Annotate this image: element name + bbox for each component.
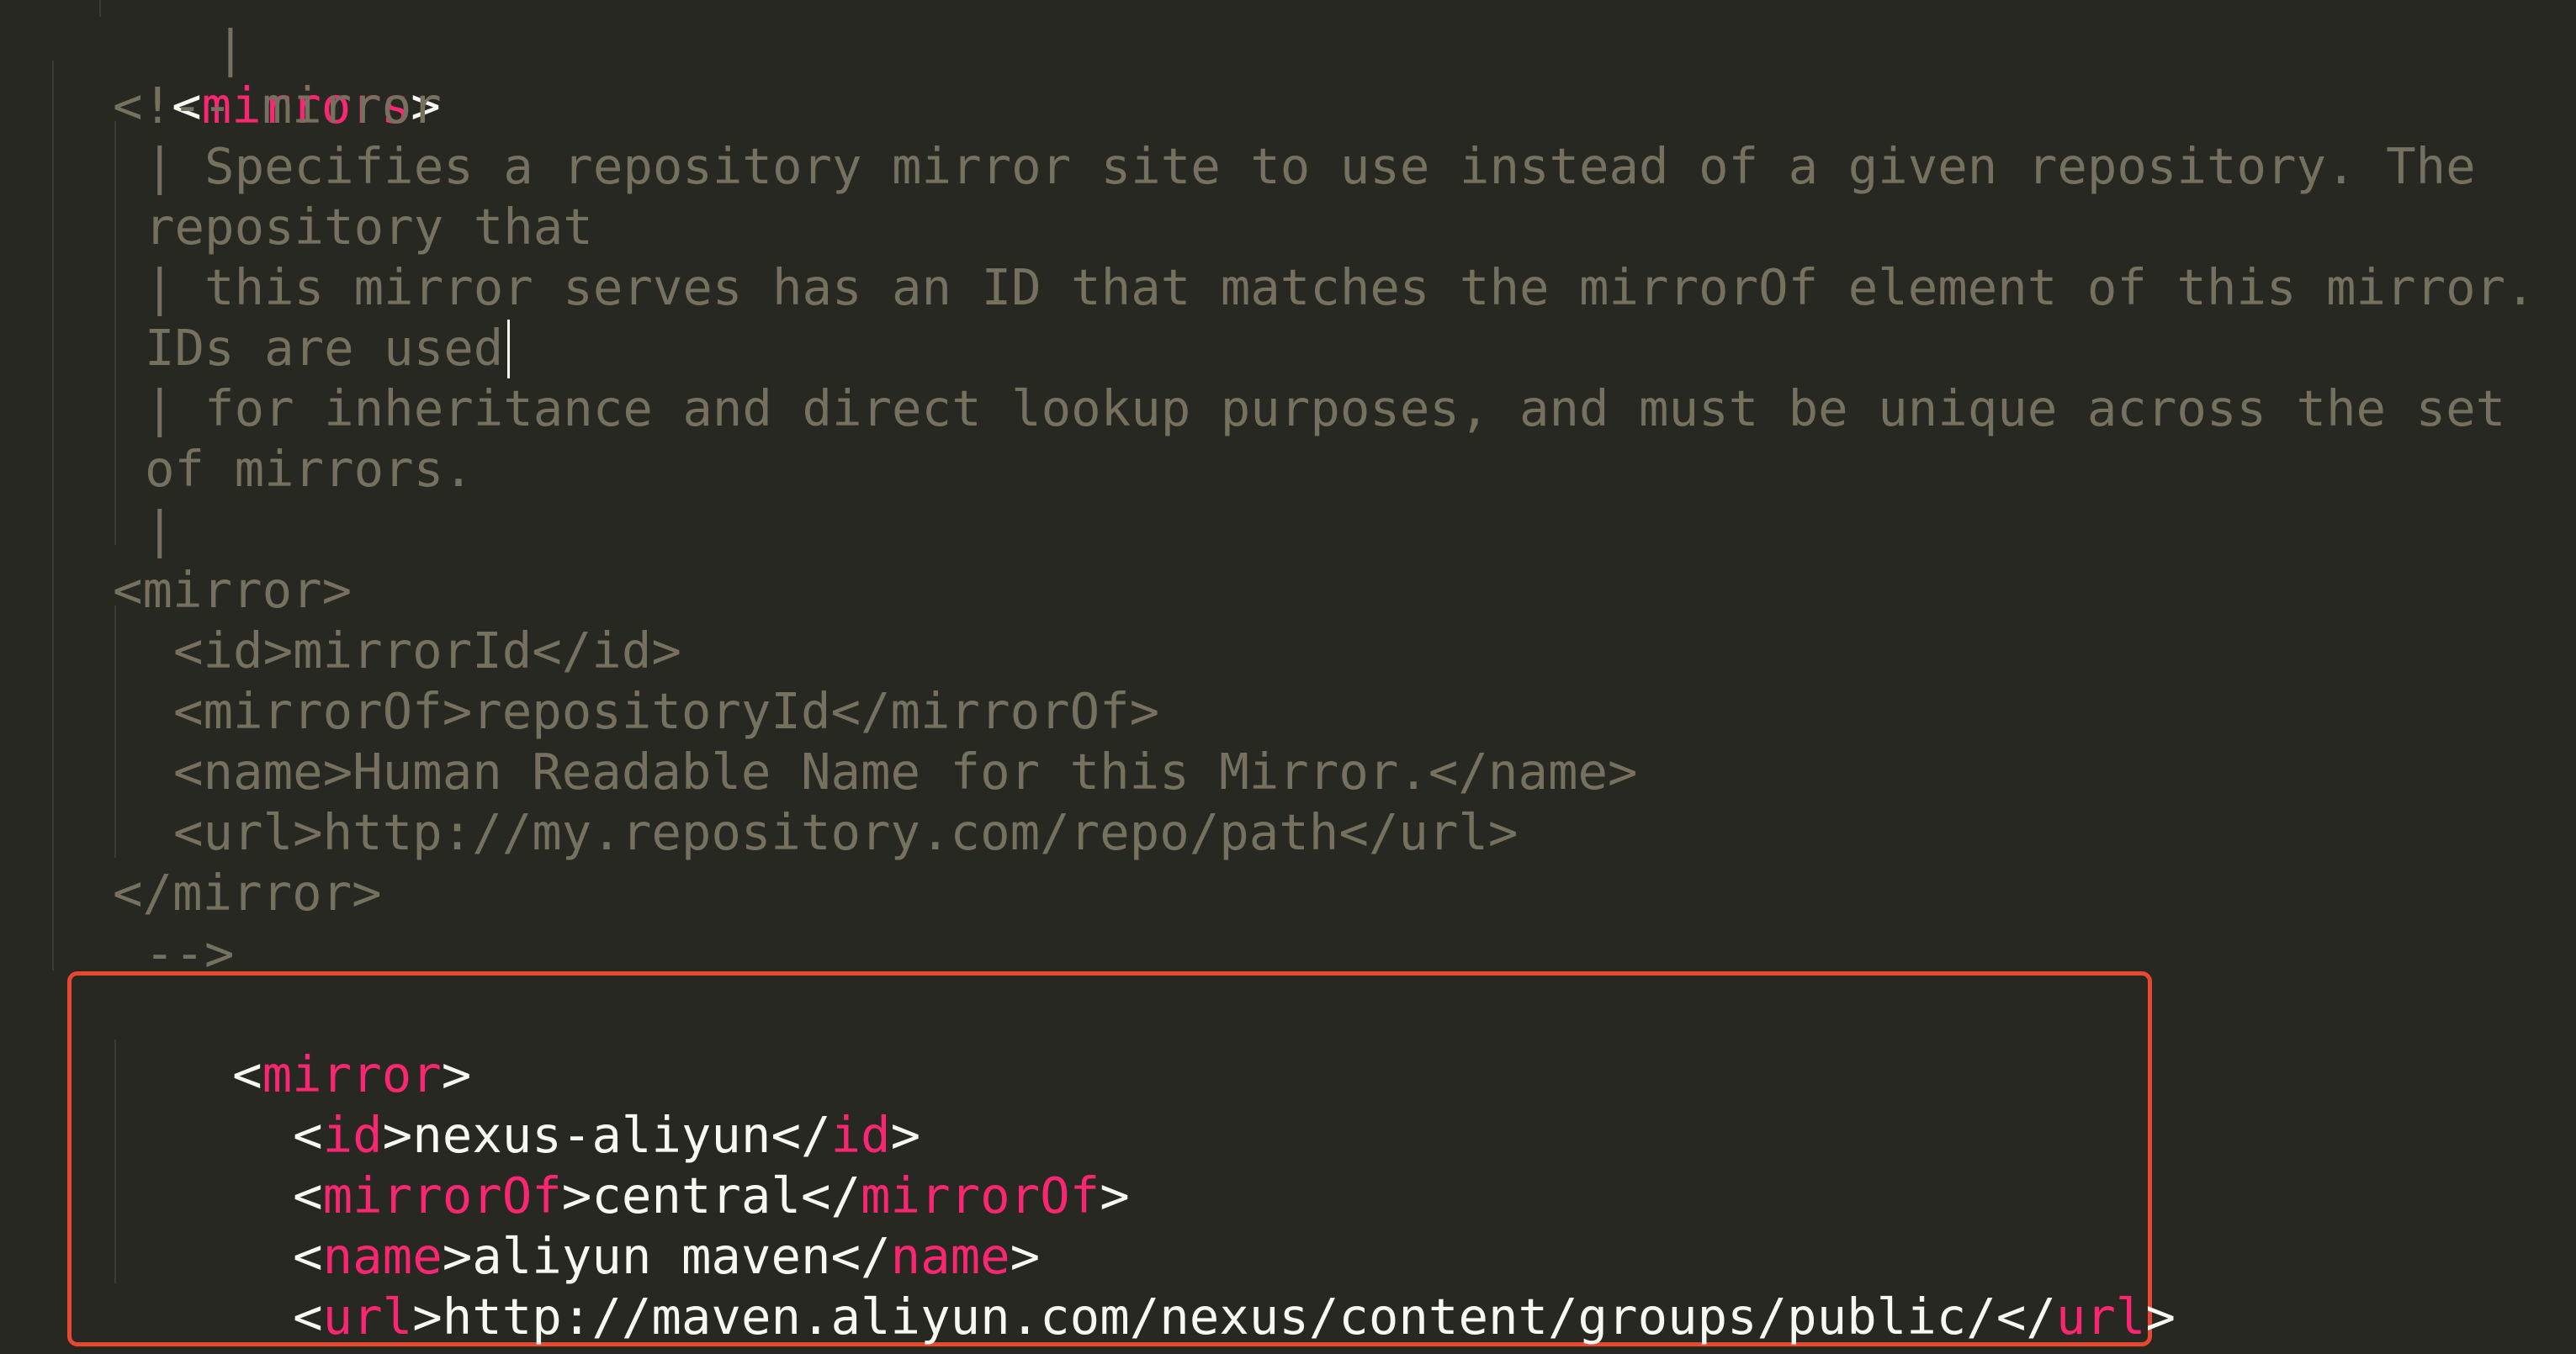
comment-line: <id>mirrorId</id> [173,621,681,681]
comment-line: | this mirror serves has an ID that matc… [145,257,2536,318]
tag-bracket: > [471,1348,501,1354]
code-editor[interactable]: | <mirrors> <!-- mirror | Specifies a re… [0,0,2576,1354]
tag-name: mirror [292,1348,471,1354]
tag-name: url [2055,1288,2146,1346]
tag-bracket: </ [1996,1288,2056,1346]
comment-text: | this mirror serves has an ID that matc… [145,258,2536,316]
code-line-url: <url>http://maven.aliyun.com/nexus/conte… [173,1226,2176,1346]
comment-text: | [145,500,175,558]
text-cursor [507,320,510,378]
comment-text: <!-- mirror [113,77,442,135]
comment-text: of mirrors. [145,440,474,498]
comment-line: <mirrorOf>repositoryId</mirrorOf> [173,681,1159,742]
tag-bracket: > [2145,1288,2176,1346]
comment-text: <mirror> [113,561,352,619]
comment-text: <id>mirrorId</id> [173,621,681,680]
code-line-mirror-open: <mirror> [113,984,471,1103]
indent-guide [114,606,116,858]
comment-line: repository that [145,197,593,257]
code-line-id: <id>nexus-aliyun</id> [173,1045,920,1164]
comment-line: | [145,500,175,560]
comment-text: IDs are used [145,319,504,377]
comment-line: <!-- mirror [113,76,442,136]
code-line-mirror-close: </mirror> [113,1287,501,1354]
indent-guide [114,121,116,545]
code-line-name: <name>aliyun maven</name> [173,1166,1040,1285]
comment-line: of mirrors. [145,439,474,500]
tag-bracket: </ [232,1348,292,1354]
comment-line: <mirror> [113,560,352,621]
code-line-mirrors-open: <mirrors> [52,15,441,135]
comment-text: <name>Human Readable Name for this Mirro… [173,743,1638,801]
comment-line: | for inheritance and direct lookup purp… [145,378,2505,439]
tag-bracket: > [1100,1166,1130,1224]
indent-guide [52,61,54,971]
comment-line: <name>Human Readable Name for this Mirro… [173,742,1638,802]
comment-line: IDs are used [145,318,503,378]
comment-text: <mirrorOf>repositoryId</mirrorOf> [173,682,1160,740]
comment-text: <url>http://my.repository.com/repo/path<… [173,803,1519,861]
code-line-mirrorof: <mirrorOf>central</mirrorOf> [173,1105,1130,1224]
comment-text: | Specifies a repository mirror site to … [145,137,2476,195]
comment-line: <url>http://my.repository.com/repo/path<… [173,802,1518,863]
comment-text: </mirror> [113,864,382,922]
comment-text: repository that [145,198,593,256]
tag-value: http://maven.aliyun.com/nexus/content/gr… [442,1288,1996,1346]
comment-line: | Specifies a repository mirror site to … [145,136,2476,197]
comment-text: | for inheritance and direct lookup purp… [145,379,2506,437]
comment-line: </mirror> [113,863,382,923]
